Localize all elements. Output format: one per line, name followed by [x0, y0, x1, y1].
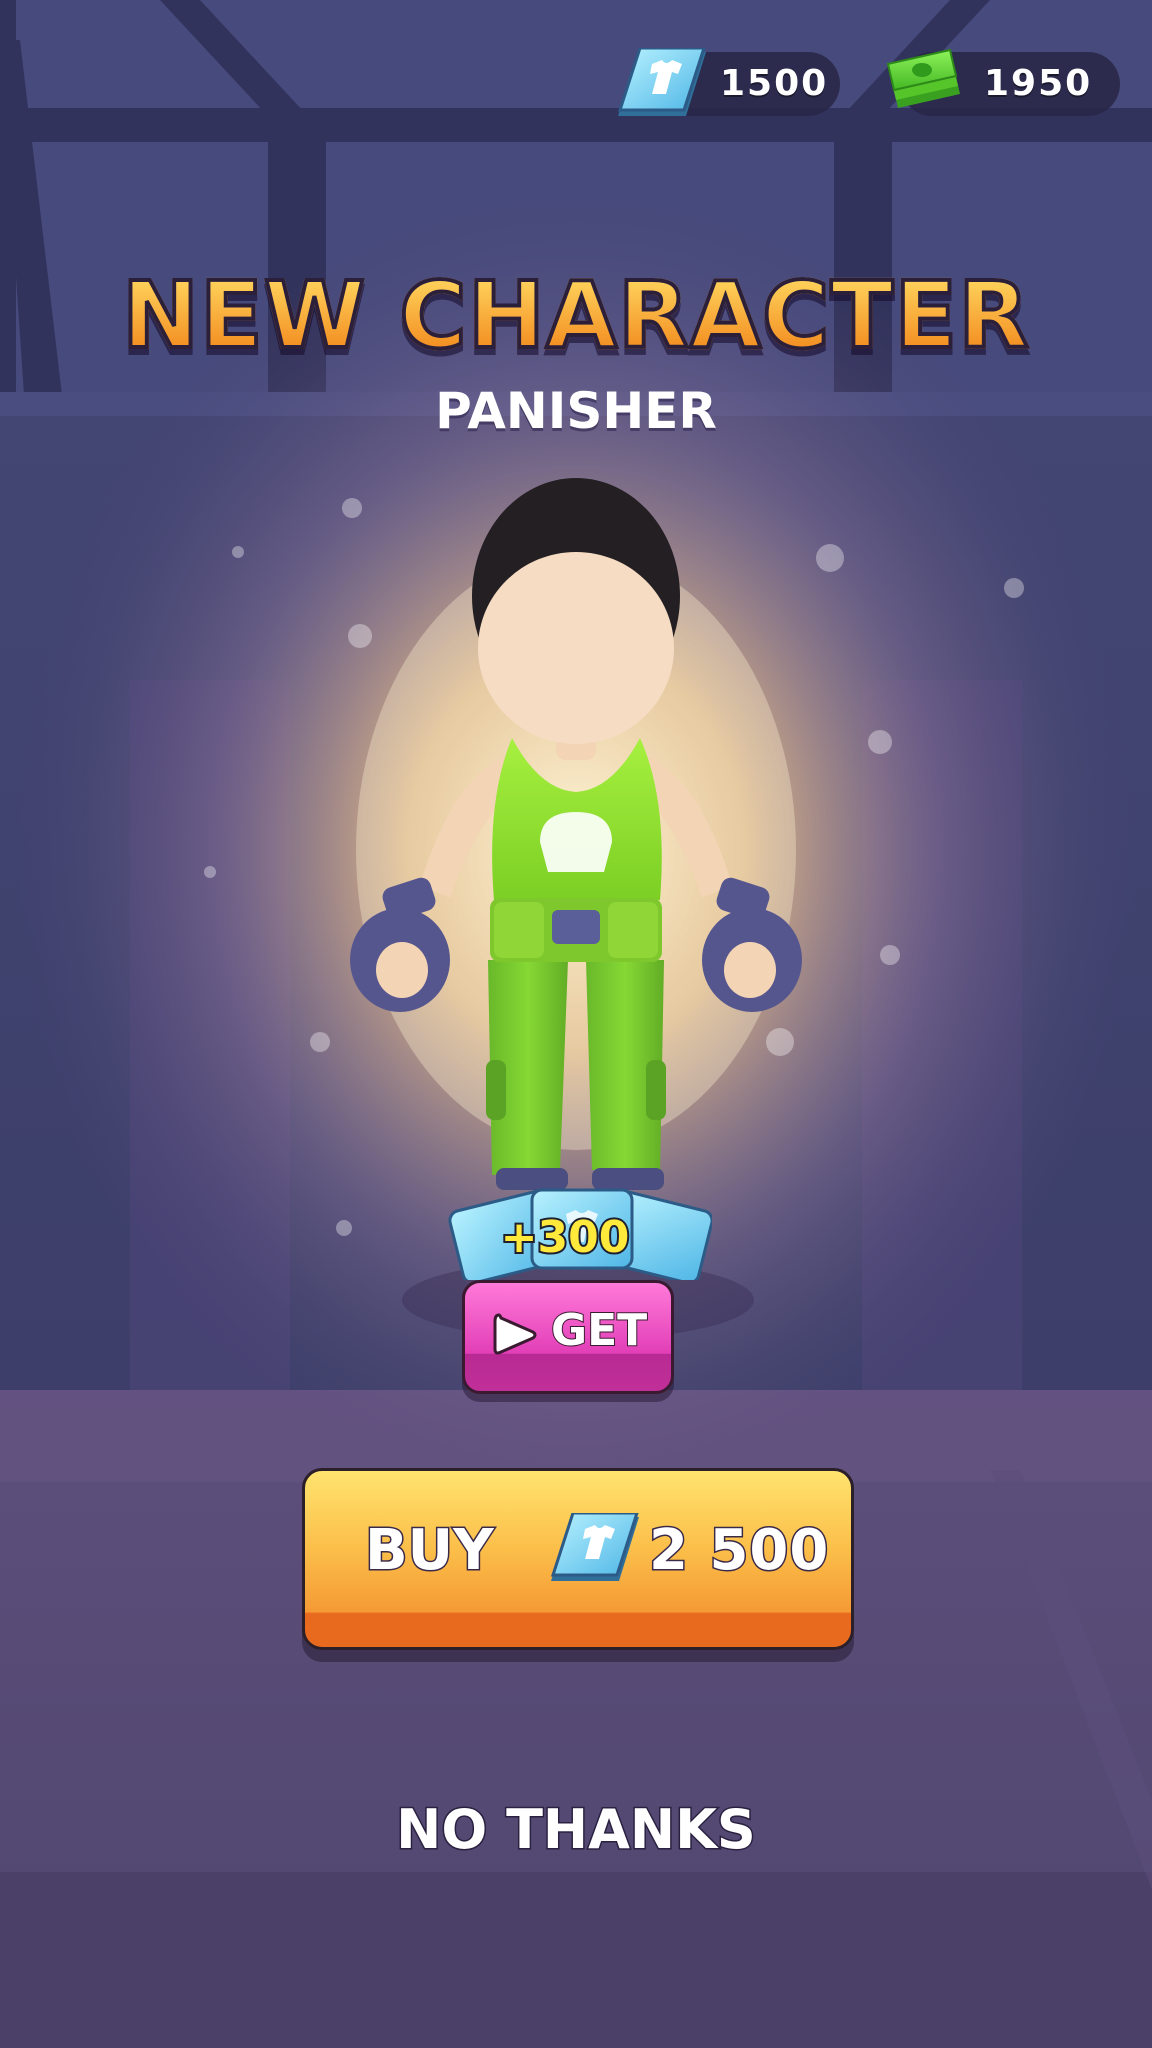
- cash-stack-icon: [886, 48, 960, 108]
- buy-price: 2 500: [647, 1517, 830, 1585]
- buy-button-label: BUY: [364, 1517, 496, 1585]
- page-title: NEW CHARACTER: [0, 260, 1152, 371]
- play-icon: [493, 1313, 537, 1355]
- character-name: PANISHER: [435, 382, 717, 440]
- get-reward-button[interactable]: GET: [462, 1280, 674, 1394]
- gem-counter-value: 1500: [720, 63, 829, 104]
- reward-bonus-amount: +300: [499, 1210, 632, 1265]
- get-button-label: GET: [550, 1304, 648, 1357]
- shirt-ticket-icon: [550, 1513, 639, 1581]
- shirt-ticket-icon: [617, 48, 706, 116]
- buy-button[interactable]: BUY 2 500: [302, 1468, 854, 1650]
- no-thanks-button[interactable]: NO THANKS: [376, 1790, 776, 1870]
- cash-counter-value: 1950: [984, 63, 1093, 104]
